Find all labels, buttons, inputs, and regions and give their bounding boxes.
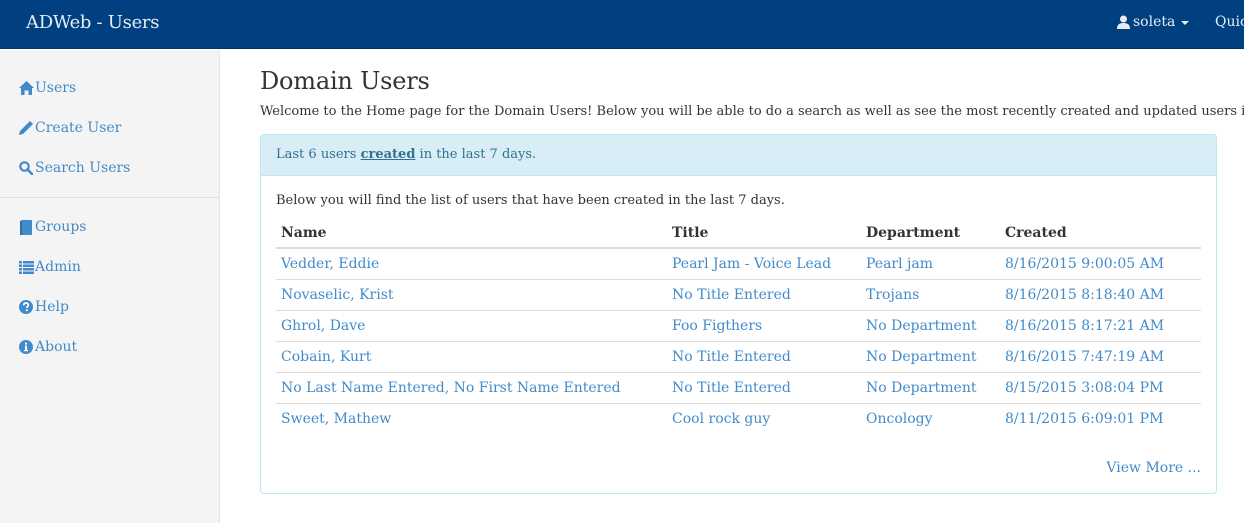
sidebar-item-groups[interactable]: Groups — [0, 207, 219, 247]
user-created-link[interactable]: 8/16/2015 8:17:21 AM — [1005, 318, 1164, 334]
sidebar-item-create-user[interactable]: Create User — [0, 108, 219, 148]
view-more-link[interactable]: View More ... — [1106, 460, 1201, 476]
home-icon — [18, 80, 34, 96]
sidebar-item-search-users[interactable]: Search Users — [0, 148, 219, 188]
user-title-link[interactable]: No Title Entered — [672, 287, 791, 303]
book-icon — [18, 219, 34, 235]
user-department-link[interactable]: No Department — [866, 318, 976, 334]
table-row: Cobain, Kurt No Title Entered No Departm… — [276, 341, 1201, 373]
user-name: soleta — [1133, 14, 1176, 30]
table-row: Vedder, Eddie Pearl Jam - Voice Lead Pea… — [276, 248, 1201, 280]
sidebar-group-admin: Groups Admin Help About — [0, 198, 219, 367]
user-menu-dropdown[interactable]: soleta — [1117, 14, 1190, 30]
user-created-link[interactable]: 8/11/2015 6:09:01 PM — [1005, 411, 1163, 427]
user-name-link[interactable]: No Last Name Entered, No First Name Ente… — [281, 380, 621, 396]
user-name-link[interactable]: Vedder, Eddie — [281, 256, 379, 272]
user-icon — [1117, 15, 1130, 29]
list-icon — [18, 259, 34, 275]
sidebar-item-label: Help — [35, 299, 69, 315]
user-department-link[interactable]: Pearl jam — [866, 256, 933, 272]
user-department-link[interactable]: Oncology — [866, 411, 933, 427]
recent-users-panel: Last 6 users created in the last 7 days.… — [260, 134, 1217, 494]
created-link[interactable]: created — [361, 147, 416, 162]
panel-body: Below you will find the list of users th… — [261, 176, 1216, 450]
user-department-link[interactable]: Trojans — [866, 287, 919, 303]
top-navbar: ADWeb - Users soleta Quick — [0, 0, 1244, 49]
brand-link[interactable]: ADWeb - Users — [26, 12, 159, 33]
recent-users-table: Name Title Department Created Vedder, Ed… — [276, 220, 1201, 435]
user-title-link[interactable]: No Title Entered — [672, 380, 791, 396]
panel-heading: Last 6 users created in the last 7 days. — [261, 135, 1216, 176]
table-row: Novaselic, Krist No Title Entered Trojan… — [276, 279, 1201, 311]
user-title-link[interactable]: Cool rock guy — [672, 411, 770, 427]
pencil-icon — [18, 120, 34, 136]
sidebar-item-label: About — [35, 339, 78, 355]
column-header-name: Name — [276, 220, 667, 249]
sidebar-item-admin[interactable]: Admin — [0, 247, 219, 287]
sidebar-item-label: Admin — [35, 259, 81, 275]
sidebar-item-label: Search Users — [35, 160, 131, 176]
user-title-link[interactable]: Pearl Jam - Voice Lead — [672, 256, 831, 272]
page-title: Domain Users — [260, 67, 430, 95]
sidebar-item-about[interactable]: About — [0, 327, 219, 367]
panel-description: Below you will find the list of users th… — [276, 193, 785, 208]
column-header-department: Department — [861, 220, 1000, 249]
column-header-title: Title — [667, 220, 861, 249]
table-row: Ghrol, Dave Foo Figthers No Department 8… — [276, 310, 1201, 342]
panel-heading-prefix: Last 6 users — [276, 147, 361, 162]
sidebar-item-label: Create User — [35, 120, 122, 136]
sidebar-group-users: Users Create User Search Users — [0, 50, 219, 188]
user-department-link[interactable]: No Department — [866, 380, 976, 396]
user-created-link[interactable]: 8/16/2015 9:00:05 AM — [1005, 256, 1164, 272]
user-created-link[interactable]: 8/15/2015 3:08:04 PM — [1005, 380, 1163, 396]
sidebar: Users Create User Search Users Groups Ad… — [0, 50, 220, 523]
user-name-link[interactable]: Ghrol, Dave — [281, 318, 365, 334]
user-created-link[interactable]: 8/16/2015 8:18:40 AM — [1005, 287, 1164, 303]
info-circle-icon — [18, 339, 34, 355]
user-name-link[interactable]: Cobain, Kurt — [281, 349, 371, 365]
main-content: Domain Users Welcome to the Home page fo… — [260, 60, 1244, 494]
user-name-link[interactable]: Novaselic, Krist — [281, 287, 394, 303]
table-row: Sweet, Mathew Cool rock guy Oncology 8/1… — [276, 404, 1201, 435]
sidebar-item-label: Groups — [35, 219, 87, 235]
quick-menu-link[interactable]: Quick — [1215, 14, 1244, 30]
table-header-row: Name Title Department Created — [276, 220, 1201, 249]
sidebar-item-users[interactable]: Users — [0, 68, 219, 108]
user-title-link[interactable]: Foo Figthers — [672, 318, 762, 334]
column-header-created: Created — [1000, 220, 1201, 249]
question-circle-icon — [18, 299, 34, 315]
panel-heading-suffix: in the last 7 days. — [415, 147, 537, 162]
search-icon — [18, 160, 34, 176]
user-name-link[interactable]: Sweet, Mathew — [281, 411, 391, 427]
user-created-link[interactable]: 8/16/2015 7:47:19 AM — [1005, 349, 1164, 365]
table-row: No Last Name Entered, No First Name Ente… — [276, 372, 1201, 404]
sidebar-item-help[interactable]: Help — [0, 287, 219, 327]
sidebar-item-label: Users — [35, 80, 77, 96]
user-title-link[interactable]: No Title Entered — [672, 349, 791, 365]
welcome-text: Welcome to the Home page for the Domain … — [260, 104, 1244, 119]
caret-down-icon — [1181, 21, 1190, 25]
user-department-link[interactable]: No Department — [866, 349, 976, 365]
